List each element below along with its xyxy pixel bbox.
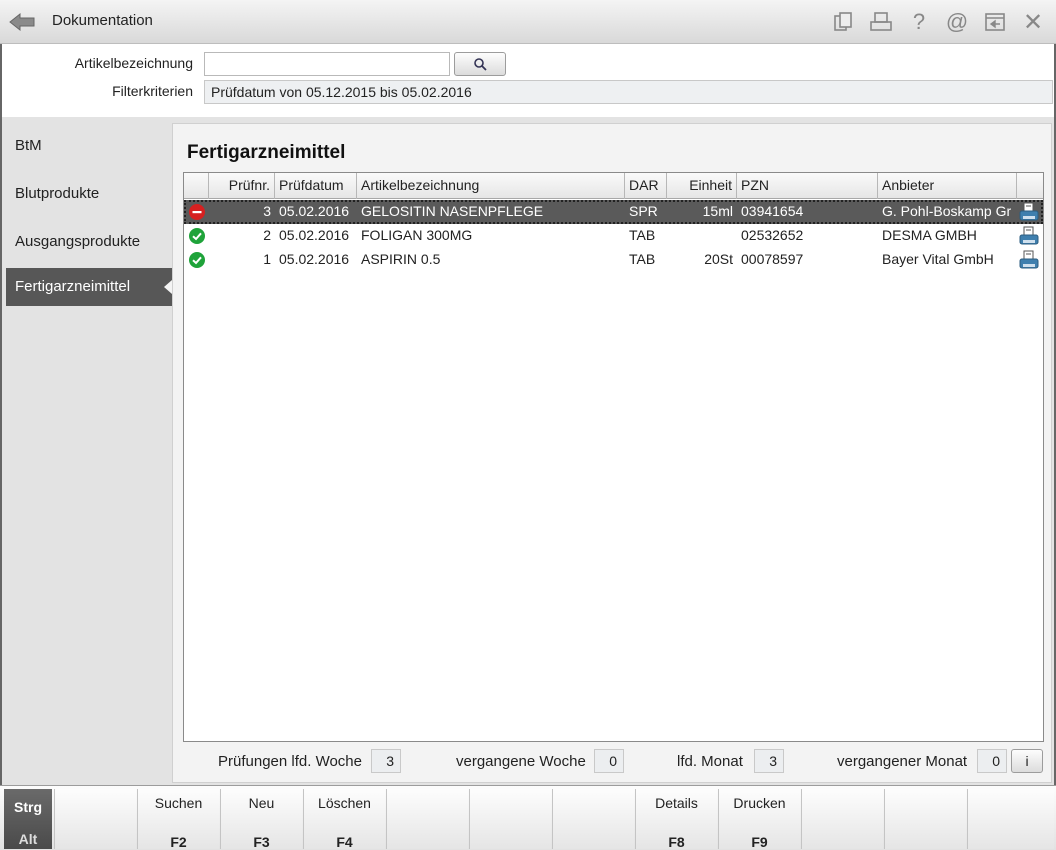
- column-header-anbieter[interactable]: Anbieter: [878, 173, 1017, 199]
- statistics-bar: Prüfungen lfd. Woche 3 vergangene Woche …: [173, 746, 1051, 776]
- week-count: 3: [371, 749, 401, 773]
- fkey-f11[interactable]: [884, 789, 966, 849]
- column-header-pruefdatum[interactable]: Prüfdatum: [275, 173, 357, 199]
- print-icon[interactable]: [1018, 225, 1040, 247]
- window-title: Dokumentation: [52, 12, 153, 29]
- fkey-f7[interactable]: [552, 789, 634, 849]
- cell-pruefdatum: 05.02.2016: [279, 251, 350, 267]
- print-icon[interactable]: [866, 8, 896, 36]
- cell-pzn: 00078597: [741, 251, 804, 267]
- ok-status-icon: [189, 252, 205, 268]
- strg-key[interactable]: Strg: [4, 799, 52, 815]
- column-header-pzn[interactable]: PZN: [737, 173, 878, 199]
- cell-anbieter: DESMA GMBH: [882, 227, 977, 243]
- search-icon: [474, 58, 487, 71]
- error-status-icon: [189, 204, 205, 220]
- cell-artikel: GELOSITIN NASENPFLEGE: [361, 203, 544, 219]
- help-icon[interactable]: ?: [904, 8, 934, 36]
- cell-pzn: 03941654: [741, 203, 804, 219]
- results-table: Prüfnr. Prüfdatum Artikelbezeichnung DAR…: [183, 172, 1044, 742]
- cell-anbieter: G. Pohl-Boskamp Gr: [882, 203, 1012, 219]
- ok-status-icon: [189, 228, 205, 244]
- cell-einheit: 20St: [704, 251, 733, 267]
- table-row[interactable]: 3 05.02.2016 GELOSITIN NASENPFLEGE SPR 1…: [184, 200, 1043, 224]
- prev-month-count: 0: [977, 749, 1007, 773]
- column-header-einheit[interactable]: Einheit: [667, 173, 737, 199]
- cell-artikel: ASPIRIN 0.5: [361, 251, 441, 267]
- article-label: Artikelbezeichnung: [74, 55, 193, 71]
- prev-month-label: vergangener Monat: [837, 753, 968, 770]
- cell-pruefdatum: 05.02.2016: [279, 227, 350, 243]
- print-icon[interactable]: [1018, 249, 1040, 271]
- cell-anbieter: Bayer Vital GmbH: [882, 251, 994, 267]
- sidebar-item-ausgangsprodukte[interactable]: Ausgangsprodukte: [6, 223, 172, 261]
- cell-pruefnr: 3: [263, 203, 271, 219]
- main-area: BtM Blutprodukte Ausgangsprodukte Fertig…: [0, 117, 1056, 785]
- new-button-f3[interactable]: Neu F3: [220, 789, 302, 850]
- table-row[interactable]: 2 05.02.2016 FOLIGAN 300MG TAB 02532652 …: [184, 224, 1043, 248]
- sidebar-item-btm[interactable]: BtM: [6, 127, 172, 165]
- sidebar-item-fertigarzneimittel[interactable]: Fertigarzneimittel: [6, 268, 172, 306]
- fkey-f5[interactable]: [386, 789, 468, 849]
- cell-dar: TAB: [629, 251, 656, 267]
- search-button-f2[interactable]: Suchen F2: [137, 789, 219, 850]
- cell-dar: TAB: [629, 227, 656, 243]
- column-header-dar[interactable]: DAR: [625, 173, 667, 199]
- close-icon[interactable]: ✕: [1018, 8, 1048, 36]
- content-panel: Fertigarzneimittel Prüfnr. Prüfdatum Art…: [172, 123, 1052, 783]
- column-header-pruefnr[interactable]: Prüfnr.: [209, 173, 275, 199]
- back-arrow-icon[interactable]: [6, 8, 38, 34]
- print-button-f9[interactable]: Drucken F9: [718, 789, 800, 850]
- table-row[interactable]: 1 05.02.2016 ASPIRIN 0.5 TAB 20St 000785…: [184, 248, 1043, 272]
- prev-week-label: vergangene Woche: [456, 753, 586, 770]
- fkey-f12[interactable]: [967, 789, 1054, 849]
- month-count: 3: [754, 749, 784, 773]
- cell-pruefdatum: 05.02.2016: [279, 203, 350, 219]
- sidebar: BtM Blutprodukte Ausgangsprodukte Fertig…: [6, 123, 172, 781]
- cell-einheit: [667, 224, 737, 248]
- fkey-f6[interactable]: [469, 789, 551, 849]
- cell-pruefnr: 2: [263, 227, 271, 243]
- fkey-f1[interactable]: [54, 789, 136, 849]
- cell-einheit: 15ml: [702, 203, 733, 219]
- delete-button-f4[interactable]: Löschen F4: [303, 789, 385, 850]
- fkey-f10[interactable]: [801, 789, 883, 849]
- column-header-status[interactable]: [184, 173, 209, 199]
- page-title: Fertigarzneimittel: [187, 142, 346, 163]
- sidebar-item-blutprodukte[interactable]: Blutprodukte: [6, 175, 172, 213]
- table-header: Prüfnr. Prüfdatum Artikelbezeichnung DAR…: [184, 173, 1043, 199]
- article-search-input[interactable]: [204, 52, 450, 76]
- details-button-f8[interactable]: Details F8: [635, 789, 717, 850]
- cell-pzn: 02532652: [741, 227, 804, 243]
- cell-dar: SPR: [629, 203, 658, 219]
- column-header-print[interactable]: [1017, 173, 1043, 199]
- document-icon[interactable]: [828, 8, 858, 36]
- month-label: lfd. Monat: [677, 753, 743, 770]
- print-icon[interactable]: [1018, 201, 1040, 223]
- filter-panel: Artikelbezeichnung Filterkriterien Prüfd…: [0, 44, 1056, 117]
- title-bar: Dokumentation ? @ ✕: [0, 0, 1056, 44]
- info-button[interactable]: i: [1011, 749, 1043, 773]
- alt-key[interactable]: Alt: [4, 831, 52, 847]
- prev-week-count: 0: [594, 749, 624, 773]
- search-button[interactable]: [454, 52, 506, 76]
- email-icon[interactable]: @: [942, 8, 972, 36]
- window-icon[interactable]: [980, 8, 1010, 36]
- cell-artikel: FOLIGAN 300MG: [361, 227, 473, 243]
- criteria-label: Filterkriterien: [112, 83, 193, 99]
- column-header-artikel[interactable]: Artikelbezeichnung: [357, 173, 625, 199]
- function-key-bar: Strg Alt Suchen F2 Neu F3 Löschen F4 Detail…: [0, 785, 1056, 850]
- cell-pruefnr: 1: [263, 251, 271, 267]
- modifier-keys: Strg Alt: [4, 789, 52, 849]
- criteria-value: Prüfdatum von 05.12.2015 bis 05.02.2016: [204, 80, 1053, 104]
- week-label: Prüfungen lfd. Woche: [218, 753, 362, 770]
